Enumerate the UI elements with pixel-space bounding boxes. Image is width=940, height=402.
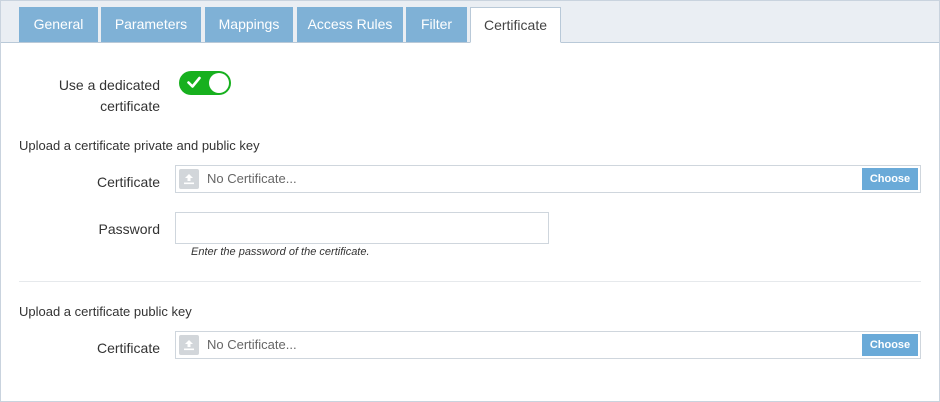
private-key-section-title: Upload a certificate private and public …	[19, 138, 260, 153]
dedicated-label-line1: Use a dedicated	[58, 77, 160, 93]
toggle-knob	[209, 73, 229, 93]
dedicated-certificate-toggle[interactable]	[179, 71, 231, 95]
choose-button[interactable]: Choose	[862, 168, 918, 190]
public-certificate-label: Certificate	[96, 340, 160, 356]
tab-access-rules[interactable]: Access Rules	[297, 7, 403, 42]
dedicated-certificate-label: Use a dedicated certificate	[21, 75, 160, 117]
upload-icon	[179, 335, 199, 355]
tab-certificate[interactable]: Certificate	[470, 7, 561, 43]
public-certificate-file-name: No Certificate...	[207, 337, 297, 352]
tab-filter[interactable]: Filter	[406, 7, 467, 42]
section-divider	[19, 281, 921, 282]
choose-button[interactable]: Choose	[862, 334, 918, 356]
tab-parameters[interactable]: Parameters	[101, 7, 201, 42]
tab-mappings[interactable]: Mappings	[205, 7, 293, 42]
dedicated-label-line2: certificate	[100, 98, 160, 114]
certificate-panel: General Parameters Mappings Access Rules…	[0, 0, 940, 402]
password-input[interactable]	[175, 212, 549, 244]
check-icon	[187, 76, 201, 94]
public-certificate-file-field[interactable]: No Certificate... Choose	[175, 331, 921, 359]
tab-general[interactable]: General	[19, 7, 98, 42]
private-certificate-file-field[interactable]: No Certificate... Choose	[175, 165, 921, 193]
certificate-file-name: No Certificate...	[207, 171, 297, 186]
upload-icon	[179, 169, 199, 189]
certificate-label: Certificate	[96, 174, 160, 190]
tab-bar: General Parameters Mappings Access Rules…	[1, 1, 939, 43]
password-hint: Enter the password of the certificate.	[191, 246, 370, 258]
password-label: Password	[98, 221, 160, 237]
public-key-section-title: Upload a certificate public key	[19, 304, 192, 319]
